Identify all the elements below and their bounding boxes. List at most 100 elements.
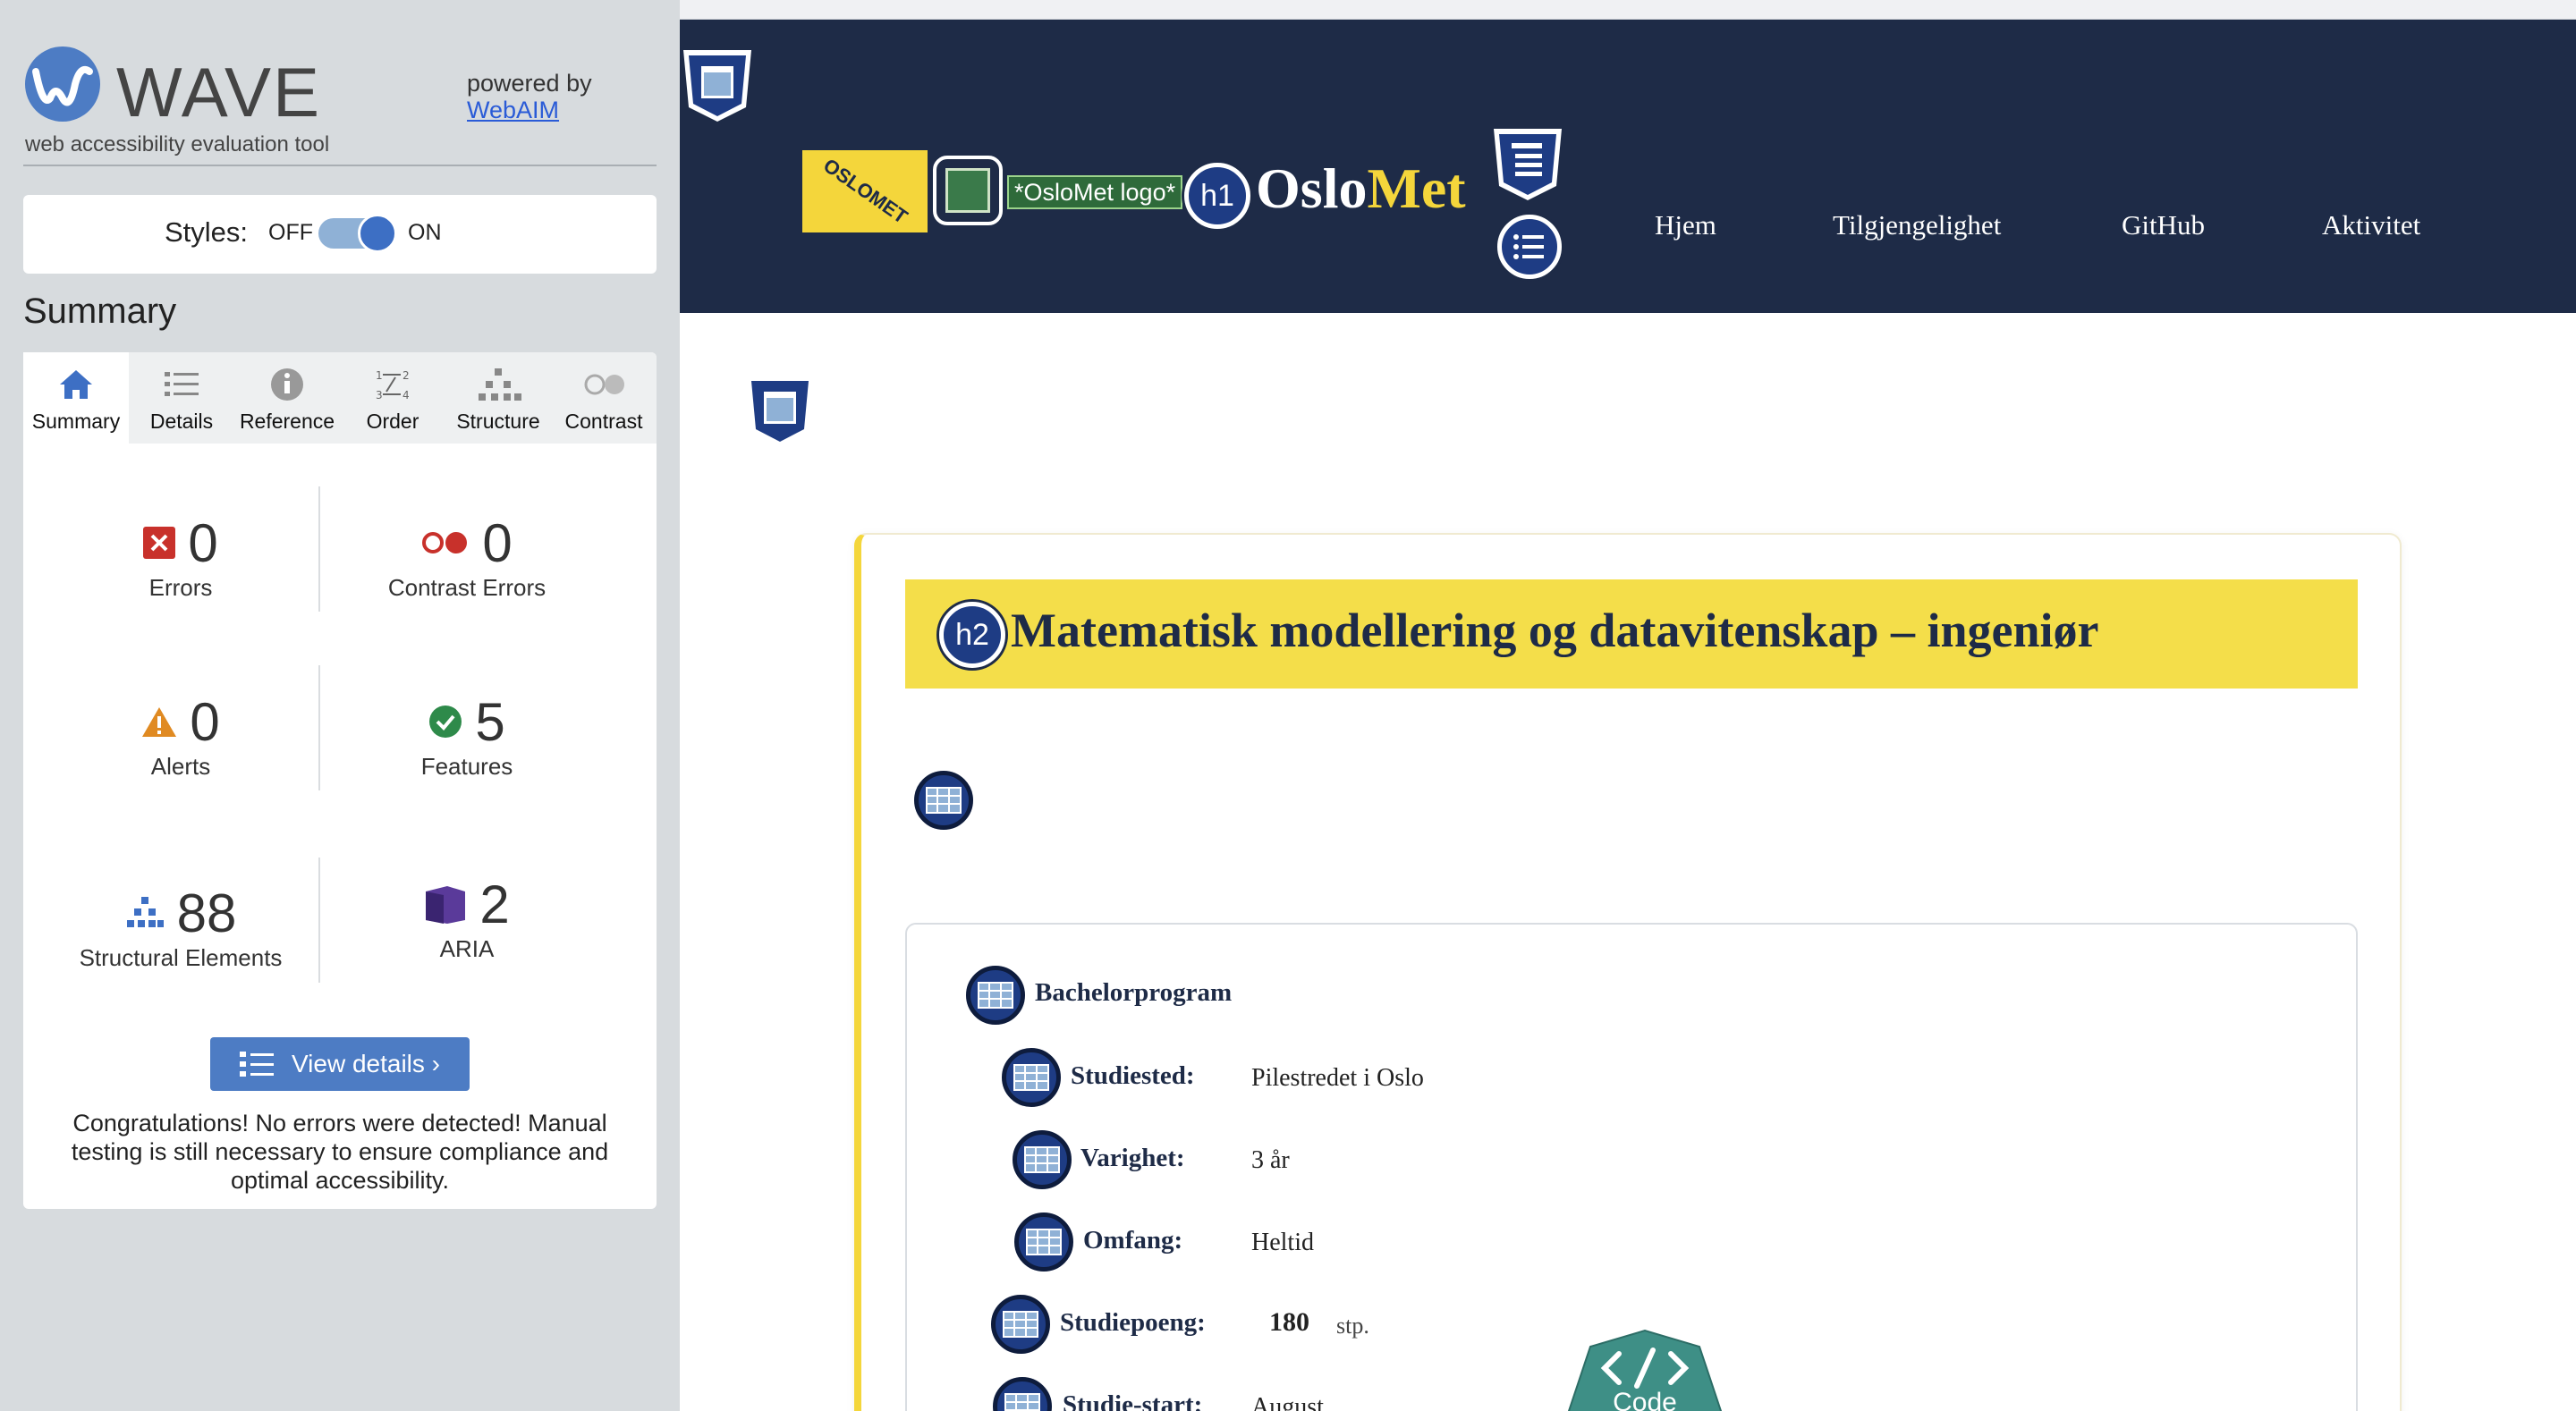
h1-badge-icon: h1 [1184,163,1250,229]
tab-label: Order [366,410,419,433]
powered-by-text: powered by [467,70,592,97]
styles-toggle[interactable] [318,214,397,253]
tab-reference[interactable]: Reference [234,352,340,444]
wave-sidebar: WAVE web accessibility evaluation tool p… [0,0,680,1411]
svg-text:2: 2 [402,369,410,382]
contrast-errors-label: Contrast Errors [387,574,547,601]
stat-structural[interactable]: 88 Structural Elements [47,882,315,972]
list-badge-icon [1497,215,1562,279]
aria-icon [426,886,466,924]
detail-key-varighet: Varighet: [1080,1144,1185,1172]
styles-label: Styles: [165,216,249,248]
site-logo-tag[interactable]: OSLOMET [802,150,928,232]
detail-value-omfang: Heltid [1251,1229,1314,1256]
stat-divider [318,665,320,790]
detail-value-varighet: 3 år [1251,1146,1290,1174]
svg-text:4: 4 [402,389,410,401]
contrast-error-icon [422,532,468,553]
tab-contrast[interactable]: Contrast [551,352,657,444]
info-icon [271,368,303,401]
wave-logo-icon [25,46,100,122]
features-count: 5 [475,691,505,752]
powered-by: powered by WebAIM [467,70,592,123]
detail-key-studiested: Studiested: [1071,1061,1195,1090]
stat-alerts[interactable]: 0 Alerts [47,690,315,781]
nav-github[interactable]: GitHub [2122,209,2205,241]
nav-tilgjengelighet[interactable]: Tilgjengelighet [1833,209,2001,241]
styles-on-label: ON [408,220,442,245]
logo-tag-text: OSLOMET [818,154,912,229]
list-icon [165,372,199,396]
structural-label: Structural Elements [79,944,283,971]
toggle-knob[interactable] [358,214,397,253]
detail-key-studiestart: Studie-start: [1063,1390,1203,1411]
image-alt-icon [933,156,1003,225]
landmark-main-icon [746,376,814,447]
errors-label: Errors [148,574,213,601]
styles-off-label: OFF [268,220,313,245]
tab-summary[interactable]: Summary [23,352,129,444]
table-icon [914,771,973,830]
detail-key-studiepoeng: Studiepoeng: [1060,1308,1206,1337]
home-icon [60,370,92,399]
detail-key-omfang: Omfang: [1083,1226,1183,1255]
nav-hjem[interactable]: Hjem [1655,209,1716,241]
aria-label: ARIA [439,935,495,962]
detail-value-studiestart: August [1251,1393,1324,1411]
table-icon [1014,1212,1073,1272]
errors-count: 0 [188,512,218,573]
stat-errors[interactable]: 0 Errors [47,511,315,602]
tab-order[interactable]: 1 2 3 4 Order [340,352,445,444]
stat-aria[interactable]: 2 ARIA [333,873,601,963]
congrats-message: Congratulations! No errors were detected… [71,1110,609,1194]
code-toggle-button[interactable]: Code [1563,1329,1726,1411]
tab-details[interactable]: Details [129,352,234,444]
alert-icon [142,707,177,737]
alerts-label: Alerts [150,753,211,780]
structural-icon [126,897,164,927]
order-icon: 1 2 3 4 [376,369,410,401]
wave-subtitle: web accessibility evaluation tool [25,132,330,156]
tab-bar: Summary Details Reference 1 2 3 4 Order Str… [23,352,657,444]
program-type: Bachelorprogram [1035,978,1233,1007]
tab-structure[interactable]: Structure [445,352,551,444]
tab-label: Summary [31,410,121,433]
table-icon [966,966,1025,1025]
structure-icon [479,368,521,401]
detail-unit-studiepoeng: stp. [1336,1313,1369,1339]
site-brand[interactable]: OsloMet [1256,156,1466,222]
view-details-button[interactable]: View details › [210,1037,470,1091]
aria-count: 2 [479,874,510,934]
svg-text:1: 1 [376,369,383,382]
contrast-errors-count: 0 [482,512,513,573]
alerts-count: 0 [190,691,220,752]
detail-value-studiepoeng: 180 [1269,1307,1309,1337]
alt-text-label: *OsloMet logo* [1007,175,1183,209]
webaim-link[interactable]: WebAIM [467,97,592,123]
view-details-label: View details › [291,1050,440,1077]
landmark-nav-icon [1494,129,1562,200]
landmark-region-icon [683,50,751,122]
tab-label: Details [149,410,214,433]
table-icon [1002,1048,1061,1107]
summary-heading: Summary [23,291,177,331]
code-label: Code [1613,1388,1677,1411]
tab-label: Reference [239,410,335,433]
table-icon [1013,1130,1072,1189]
error-icon [143,527,176,559]
brand-met: Met [1367,156,1466,220]
stat-contrast-errors[interactable]: 0 Contrast Errors [333,511,601,602]
contrast-icon [584,374,624,395]
summary-panel: Summary Details Reference 1 2 3 4 Order Str… [23,352,657,1209]
features-label: Features [420,753,513,780]
tab-label: Structure [456,410,540,433]
feature-icon [429,706,462,738]
detail-value-studiested: Pilestredet i Oslo [1251,1064,1424,1092]
h2-badge-icon: h2 [939,602,1005,668]
divider [23,165,657,166]
nav-aktivitet[interactable]: Aktivitet [2322,209,2420,241]
brand-oslo: Oslo [1256,156,1368,220]
stat-features[interactable]: 5 Features [333,690,601,781]
stat-divider [318,858,320,983]
tab-label: Contrast [564,410,643,433]
